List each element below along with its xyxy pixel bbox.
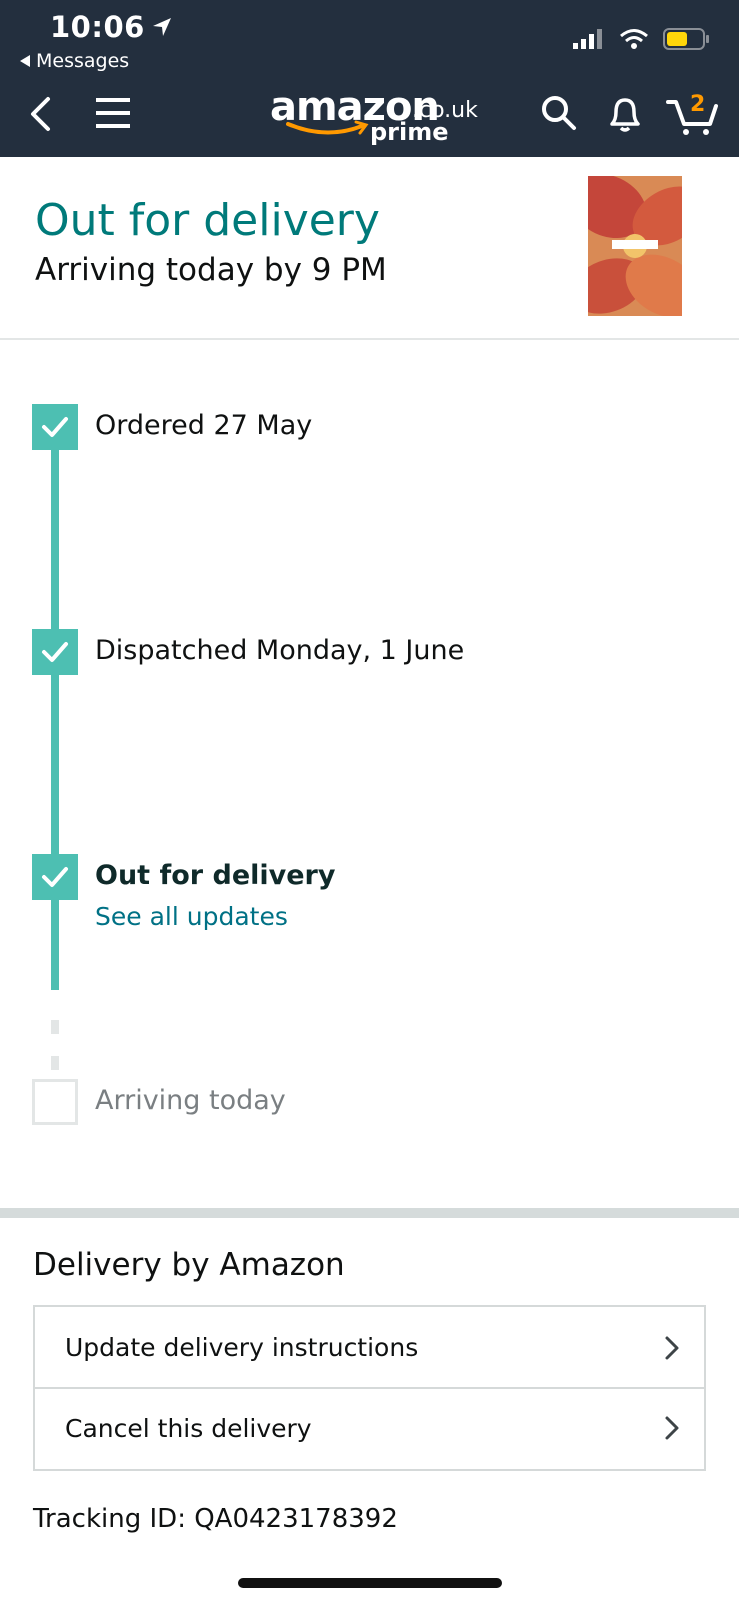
notifications-button[interactable] <box>606 94 644 138</box>
status-time-label: 10:06 <box>50 10 145 44</box>
section-divider-thick <box>0 1208 739 1218</box>
timeline-check-dispatched <box>32 629 78 675</box>
timeline-connector <box>51 665 59 877</box>
section-divider <box>0 338 739 340</box>
smile-arrow-icon <box>286 120 369 135</box>
back-triangle-icon <box>20 55 30 67</box>
timeline-check-arriving <box>32 1079 78 1125</box>
bell-icon <box>610 98 640 132</box>
option-label: Update delivery instructions <box>65 1332 419 1362</box>
delivery-arrival-text: Arriving today by 9 PM <box>35 252 387 288</box>
home-indicator[interactable] <box>238 1578 502 1588</box>
timeline-check-out-for-delivery <box>32 854 78 900</box>
update-delivery-instructions-row[interactable]: Update delivery instructions <box>33 1305 706 1389</box>
wifi-icon <box>620 29 648 49</box>
timeline-label-out-for-delivery: Out for delivery <box>95 860 336 891</box>
battery-icon <box>663 28 709 50</box>
back-to-messages-link[interactable]: Messages <box>20 50 129 72</box>
timeline-label-arriving: Arriving today <box>95 1085 286 1116</box>
timeline-connector <box>51 440 59 652</box>
back-button[interactable] <box>28 96 52 136</box>
checkmark-icon <box>42 417 68 437</box>
delivery-section-title: Delivery by Amazon <box>33 1247 345 1283</box>
timeline-label-dispatched: Dispatched Monday, 1 June <box>95 635 465 666</box>
timeline-dash <box>51 1056 59 1070</box>
chevron-right-icon <box>665 1336 679 1360</box>
delivery-status-title: Out for delivery <box>35 195 380 246</box>
search-button[interactable] <box>540 94 578 136</box>
search-icon <box>542 96 576 130</box>
chevron-left-icon <box>31 97 50 131</box>
book-cover-image <box>588 176 682 316</box>
timeline-connector <box>51 890 59 990</box>
timeline-label-ordered: Ordered 27 May <box>95 410 313 441</box>
cancel-delivery-row[interactable]: Cancel this delivery <box>33 1387 706 1471</box>
timeline-check-ordered <box>32 404 78 450</box>
app-header: 10:06 Messages amazon .co.uk prime 2 <box>0 0 739 157</box>
signal-icon <box>573 29 602 49</box>
chevron-right-icon <box>665 1416 679 1440</box>
logo-prime-text: prime <box>370 118 449 146</box>
checkmark-icon <box>42 867 68 887</box>
amazon-prime-logo[interactable]: amazon .co.uk prime <box>270 84 480 150</box>
status-indicators <box>573 28 709 50</box>
tracking-id: Tracking ID: QA0423178392 <box>33 1504 398 1534</box>
timeline-dash <box>51 1020 59 1034</box>
cart-count-badge: 2 <box>690 92 706 117</box>
checkmark-icon <box>42 642 68 662</box>
option-label: Cancel this delivery <box>65 1413 312 1443</box>
see-all-updates-link[interactable]: See all updates <box>95 902 288 931</box>
menu-button[interactable] <box>96 98 132 132</box>
location-arrow-icon <box>152 18 171 36</box>
back-app-label: Messages <box>36 50 130 72</box>
status-time: 10:06 <box>50 10 173 44</box>
hamburger-icon <box>96 98 130 128</box>
product-thumbnail[interactable] <box>588 176 682 316</box>
